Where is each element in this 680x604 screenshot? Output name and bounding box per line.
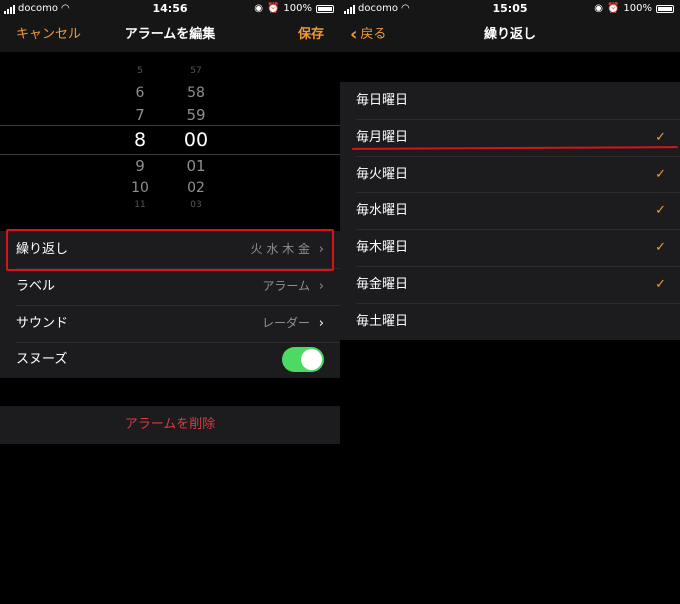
hour-value: 6 [135, 85, 145, 101]
edit-alarm-screen: docomo ◠ 14:56 ◉ ⏰ 100% キャンセル アラームを編集 保存… [0, 0, 340, 604]
day-row-saturday[interactable]: 毎土曜日 [340, 303, 680, 340]
sound-label: サウンド [16, 316, 69, 331]
checkmark-icon: ✓ [655, 277, 666, 292]
picker-selection-bottom [0, 154, 340, 155]
day-label: 毎日曜日 [356, 93, 409, 108]
minute-value: 58 [187, 85, 205, 101]
nav-bar: ‹ 戻る 繰り返し [340, 18, 680, 52]
checkmark-icon: ✓ [655, 240, 666, 255]
battery-percent: 100% [283, 3, 312, 14]
chevron-right-icon: › [318, 242, 324, 257]
snooze-label: スヌーズ [16, 352, 68, 367]
day-label: 毎月曜日 [356, 130, 409, 145]
status-bar: docomo ◠ 15:05 ◉ ⏰ 100% [340, 0, 680, 18]
hour-value: 7 [135, 106, 145, 124]
battery-icon [656, 5, 674, 13]
hour-value: 10 [131, 180, 149, 196]
minute-value: 59 [186, 106, 206, 124]
hour-selected: 8 [133, 129, 147, 151]
day-row-wednesday[interactable]: 毎水曜日 ✓ [340, 192, 680, 229]
chevron-right-icon: › [318, 316, 324, 331]
repeat-label: 繰り返し [16, 242, 69, 257]
checkmark-icon: ✓ [655, 130, 666, 145]
day-row-monday[interactable]: 毎月曜日 ✓ [340, 119, 680, 156]
day-label: 毎木曜日 [356, 240, 409, 255]
repeat-row[interactable]: 繰り返し 火 水 木 金 › [0, 231, 340, 268]
minute-value: 03 [190, 200, 202, 210]
label-label: ラベル [16, 279, 56, 294]
weekday-list: 毎日曜日 毎月曜日 ✓ 毎火曜日 ✓ 毎水曜日 ✓ 毎木曜日 ✓ 毎金曜日 ✓ … [340, 82, 680, 340]
day-label: 毎水曜日 [356, 203, 409, 218]
alarm-icon: ⏰ [266, 3, 280, 14]
label-row[interactable]: ラベル アラーム › [0, 268, 340, 305]
toggle-knob [301, 349, 322, 370]
sound-row[interactable]: サウンド レーダー › [0, 305, 340, 342]
hour-value: 5 [137, 66, 143, 76]
orientation-lock-icon: ◉ [254, 3, 263, 14]
page-title: アラームを編集 [124, 27, 216, 42]
save-button[interactable]: 保存 [298, 18, 324, 52]
snooze-toggle[interactable] [282, 347, 324, 372]
orientation-lock-icon: ◉ [594, 3, 603, 14]
label-value: アラーム [262, 279, 310, 293]
repeat-value: 火 水 木 金 [250, 242, 310, 256]
battery-icon [316, 5, 334, 13]
battery-percent: 100% [623, 3, 652, 14]
repeat-screen: docomo ◠ 15:05 ◉ ⏰ 100% ‹ 戻る 繰り返し 毎日曜日 毎… [340, 0, 680, 604]
minute-selected: 00 [183, 129, 209, 151]
minute-value: 57 [190, 66, 202, 76]
settings-group: 繰り返し 火 水 木 金 › ラベル アラーム › サウンド レーダー › スヌ… [0, 231, 340, 378]
hour-value: 11 [134, 200, 146, 210]
page-title: 繰り返し [483, 27, 536, 42]
minute-value: 01 [186, 157, 206, 175]
day-row-tuesday[interactable]: 毎火曜日 ✓ [340, 156, 680, 193]
sound-value: レーダー [261, 316, 310, 330]
day-label: 毎金曜日 [356, 277, 409, 292]
minute-value: 02 [187, 180, 205, 196]
day-row-friday[interactable]: 毎金曜日 ✓ [340, 266, 680, 303]
status-bar: docomo ◠ 14:56 ◉ ⏰ 100% [0, 0, 340, 18]
day-row-sunday[interactable]: 毎日曜日 [340, 82, 680, 119]
alarm-icon: ⏰ [606, 3, 620, 14]
snooze-row: スヌーズ [0, 341, 340, 378]
day-label: 毎土曜日 [356, 314, 409, 329]
delete-alarm-button[interactable]: アラームを削除 [0, 406, 340, 444]
hour-value: 9 [135, 157, 145, 175]
nav-bar: キャンセル アラームを編集 保存 [0, 18, 340, 52]
day-row-thursday[interactable]: 毎木曜日 ✓ [340, 229, 680, 266]
checkmark-icon: ✓ [655, 167, 666, 182]
checkmark-icon: ✓ [655, 203, 666, 218]
time-picker[interactable]: 5 6 7 8 9 10 11 57 58 59 00 01 02 03 [0, 52, 340, 214]
chevron-right-icon: › [318, 279, 324, 294]
picker-selection-top [0, 125, 340, 126]
day-label: 毎火曜日 [356, 167, 409, 182]
